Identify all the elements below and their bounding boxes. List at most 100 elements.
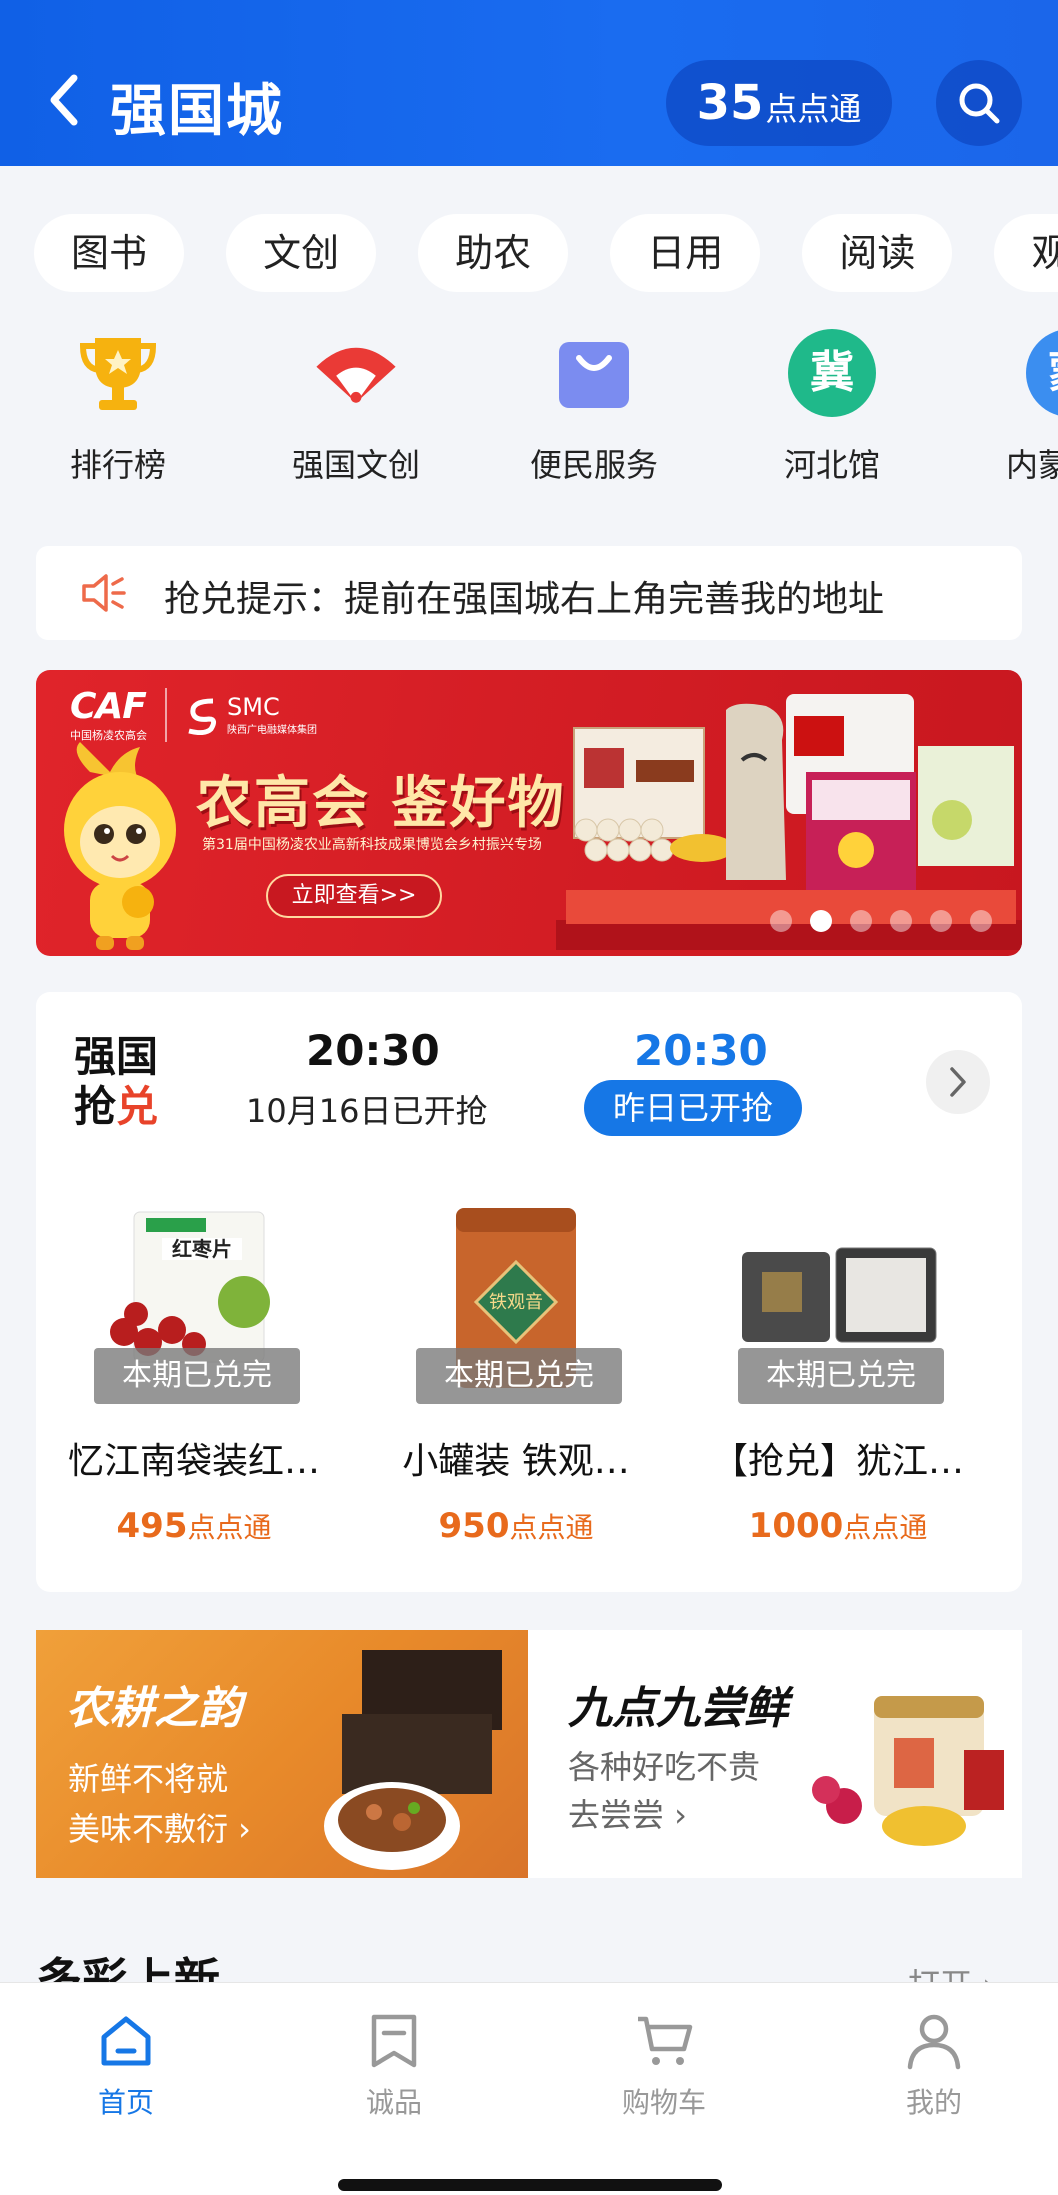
flash-logo-line1: 强国 bbox=[74, 1032, 159, 1081]
product-price: 950点点通 bbox=[368, 1506, 664, 1546]
person-icon bbox=[904, 2011, 964, 2071]
tab-selected-label: 诚品 bbox=[365, 2086, 422, 2119]
search-icon bbox=[959, 83, 1000, 124]
promo-card-taste[interactable]: 九点九尝鲜 各种好吃不贵 去尝尝 › bbox=[528, 1630, 1022, 1878]
quick-entry-row: 排行榜 强国文创 便民服务 冀 河北馆 蒙 内蒙古馆 bbox=[0, 328, 1058, 488]
caf-logo-text: CAF bbox=[70, 686, 147, 727]
slot-2-time[interactable]: 20:30 bbox=[634, 1026, 768, 1075]
bookmark-icon bbox=[364, 2011, 424, 2071]
slot-2-status-badge[interactable]: 昨日已开抢 bbox=[584, 1080, 802, 1136]
bottom-tab-bar: 首页 诚品 购物车 我的 bbox=[0, 1982, 1058, 2195]
pagination-dot-active[interactable] bbox=[810, 910, 832, 932]
promo-taste-line2: 去尝尝 › bbox=[568, 1796, 687, 1834]
flash-sale-logo: 强国 抢兑 bbox=[74, 1032, 158, 1132]
product-card[interactable]: 红枣片 本期已兑完 忆江南袋装红… 495点点通 bbox=[46, 1192, 342, 1546]
sold-out-badge: 本期已兑完 bbox=[416, 1348, 622, 1404]
chip-books[interactable]: 图书 bbox=[34, 214, 184, 292]
product-name: 【抢兑】犹江… bbox=[711, 1441, 964, 1482]
pagination-dot[interactable] bbox=[890, 910, 912, 932]
flash-logo-line2a: 抢 bbox=[74, 1082, 117, 1131]
tab-selected[interactable]: 诚品 bbox=[324, 2011, 464, 2121]
entry-ranking-label: 排行榜 bbox=[69, 446, 166, 484]
points-value: 35 bbox=[696, 75, 764, 131]
banner-logos: CAF 中国杨凌农高会 SMC 陕西广电融媒体集团 bbox=[70, 686, 317, 743]
svg-text:铁观音: 铁观音 bbox=[489, 1292, 543, 1313]
flash-sale-card: 强国 抢兑 20:30 10月16日已开抢 20:30 昨日已开抢 红枣片 本期… bbox=[36, 992, 1022, 1592]
svg-text:红枣片: 红枣片 bbox=[172, 1237, 232, 1261]
chip-agriculture[interactable]: 助农 bbox=[418, 214, 569, 292]
chip-reading[interactable]: 阅读 bbox=[802, 214, 953, 292]
product-card[interactable]: 铁观音 本期已兑完 小罐装 铁观… 950点点通 bbox=[368, 1192, 664, 1546]
promo-taste-illustration bbox=[812, 1696, 1004, 1846]
entry-services-label: 便民服务 bbox=[529, 446, 658, 484]
promo-farming-line2: 美味不敷衍 › bbox=[68, 1810, 251, 1848]
promo-farming-illustration bbox=[324, 1650, 502, 1870]
chevron-right-icon bbox=[950, 1067, 966, 1097]
fan-icon bbox=[311, 328, 401, 418]
banner-pagination bbox=[770, 910, 992, 932]
inner-mongolia-badge-icon: 蒙 bbox=[1025, 328, 1058, 418]
smc-logo-text: SMC bbox=[227, 693, 280, 721]
promo-taste-title: 九点九尝鲜 bbox=[568, 1683, 788, 1734]
tab-mine-label: 我的 bbox=[905, 2086, 962, 2119]
chip-daily[interactable]: 日用 bbox=[610, 214, 761, 292]
banner-title: 农高会 鉴好物 bbox=[196, 771, 566, 836]
top-bar: 强国城 35 点点通 bbox=[0, 0, 1058, 166]
search-button[interactable] bbox=[936, 60, 1022, 146]
pagination-dot[interactable] bbox=[930, 910, 952, 932]
smc-logo-icon bbox=[188, 698, 217, 735]
tab-home[interactable]: 首页 bbox=[56, 2011, 196, 2121]
notice-bar[interactable]: 抢兑提示：提前在强国城右上角完善我的地址 bbox=[36, 546, 1022, 640]
points-balance-button[interactable]: 35 点点通 bbox=[666, 60, 892, 146]
product-card[interactable]: 本期已兑完 【抢兑】犹江… 1000点点通 bbox=[690, 1192, 986, 1546]
caf-logo-sub: 中国杨凌农高会 bbox=[70, 729, 147, 742]
promo-farming-title: 农耕之韵 bbox=[66, 1683, 242, 1734]
sold-out-badge: 本期已兑完 bbox=[738, 1348, 944, 1404]
tab-mine[interactable]: 我的 bbox=[864, 2011, 1004, 2121]
back-icon[interactable] bbox=[44, 70, 84, 130]
entry-creative[interactable]: 强国文创 bbox=[256, 328, 456, 486]
chip-creative[interactable]: 文创 bbox=[226, 214, 377, 292]
home-icon bbox=[96, 2011, 156, 2071]
sold-out-badge: 本期已兑完 bbox=[94, 1348, 300, 1404]
price-value: 495 bbox=[116, 1506, 188, 1546]
promo-banner[interactable]: CAF 中国杨凌农高会 SMC 陕西广电融媒体集团 农高会 鉴好物 第31届中国… bbox=[36, 670, 1022, 956]
slot-1-time[interactable]: 20:30 bbox=[306, 1026, 440, 1075]
tab-cart[interactable]: 购物车 bbox=[594, 2011, 734, 2121]
notice-text: 抢兑提示：提前在强国城右上角完善我的地址 bbox=[164, 579, 885, 620]
smc-logo: SMC 陕西广电融媒体集团 bbox=[185, 693, 317, 736]
slot-1-label[interactable]: 10月16日已开抢 bbox=[246, 1086, 487, 1132]
price-value: 1000 bbox=[748, 1506, 844, 1546]
product-name: 小罐装 铁观… bbox=[402, 1441, 630, 1482]
promo-card-farming[interactable]: 农耕之韵 新鲜不将就 美味不敷衍 › bbox=[36, 1630, 528, 1878]
home-indicator bbox=[338, 2179, 722, 2191]
price-unit: 点点通 bbox=[187, 1511, 272, 1544]
entry-creative-label: 强国文创 bbox=[291, 446, 420, 484]
pagination-dot[interactable] bbox=[850, 910, 872, 932]
points-unit: 点点通 bbox=[765, 90, 862, 128]
flash-sale-more-button[interactable] bbox=[926, 1050, 990, 1114]
price-unit: 点点通 bbox=[843, 1511, 928, 1544]
product-name: 忆江南袋装红… bbox=[67, 1441, 320, 1482]
pagination-dot[interactable] bbox=[970, 910, 992, 932]
pagination-dot[interactable] bbox=[770, 910, 792, 932]
shopping-bag-icon bbox=[549, 328, 639, 418]
tab-home-label: 首页 bbox=[97, 2086, 154, 2119]
trophy-icon bbox=[73, 328, 163, 418]
hebei-badge-icon: 冀 bbox=[787, 328, 877, 418]
banner-view-button[interactable]: 立即查看>> bbox=[266, 874, 442, 918]
chip-movies[interactable]: 观影 bbox=[994, 214, 1058, 292]
price-value: 950 bbox=[438, 1506, 510, 1546]
smc-logo-sub: 陕西广电融媒体集团 bbox=[227, 725, 317, 736]
entry-inner-mongolia[interactable]: 蒙 内蒙古馆 bbox=[970, 328, 1058, 486]
promo-taste-line1: 各种好吃不贵 bbox=[568, 1748, 761, 1786]
entry-ranking[interactable]: 排行榜 bbox=[18, 328, 218, 486]
entry-services[interactable]: 便民服务 bbox=[494, 328, 694, 486]
logo-divider bbox=[165, 687, 167, 742]
hebei-badge-glyph: 冀 bbox=[788, 329, 876, 417]
entry-inner-mongolia-label: 内蒙古馆 bbox=[1005, 446, 1058, 484]
tab-cart-label: 购物车 bbox=[621, 2086, 706, 2119]
flash-logo-line2b: 兑 bbox=[116, 1082, 159, 1131]
cart-icon bbox=[634, 2011, 694, 2071]
entry-hebei[interactable]: 冀 河北馆 bbox=[732, 328, 932, 486]
